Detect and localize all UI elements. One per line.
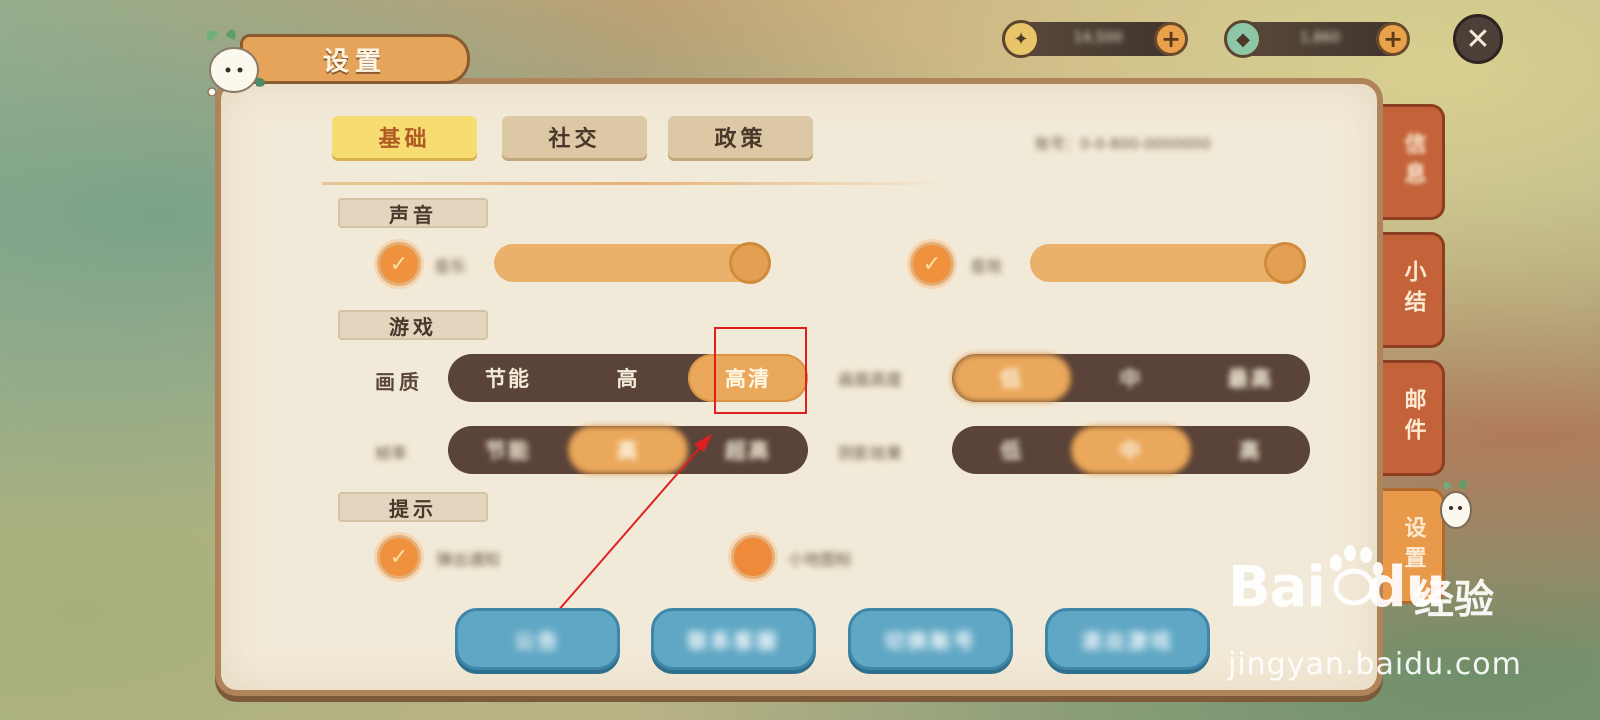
switch-account-button[interactable]: 切换账号 <box>848 608 1013 670</box>
side-tab-info-label: 信息 <box>1400 132 1426 192</box>
tip2-checkbox[interactable] <box>731 535 775 579</box>
radish-mascot-small-icon <box>1440 480 1472 529</box>
tip1-label: 弹出通知 <box>436 550 501 569</box>
side-tab-info[interactable]: 信息 <box>1383 104 1445 220</box>
exit-game-button[interactable]: 退出游戏 <box>1045 608 1210 670</box>
side-tab-mail-label: 邮件 <box>1400 388 1426 448</box>
watermark-brand-bai: Bai <box>1228 555 1326 620</box>
tip2-label: 小地图标 <box>788 550 853 569</box>
tip1-checkbox[interactable]: ✓ <box>377 535 421 579</box>
side-tab-mail[interactable]: 邮件 <box>1383 360 1445 476</box>
announcement-button[interactable]: 公告 <box>455 608 620 670</box>
watermark-url: jingyan.baidu.com <box>1228 647 1522 682</box>
side-tab-summary[interactable]: 小结 <box>1383 232 1445 348</box>
switch-account-button-label: 切换账号 <box>884 628 977 653</box>
section-tips: 提示 <box>338 492 488 522</box>
watermark-suffix: 经验 <box>1414 577 1494 623</box>
baidu-watermark: Bai du 经验 jingyan.baidu.com <box>1228 545 1558 685</box>
paw-logo-icon <box>1330 545 1383 606</box>
exit-game-button-label: 退出游戏 <box>1081 628 1174 653</box>
customer-service-button-label: 联系客服 <box>687 628 780 653</box>
side-tab-summary-label: 小结 <box>1400 260 1426 320</box>
announcement-button-label: 公告 <box>514 628 561 653</box>
customer-service-button[interactable]: 联系客服 <box>651 608 816 670</box>
